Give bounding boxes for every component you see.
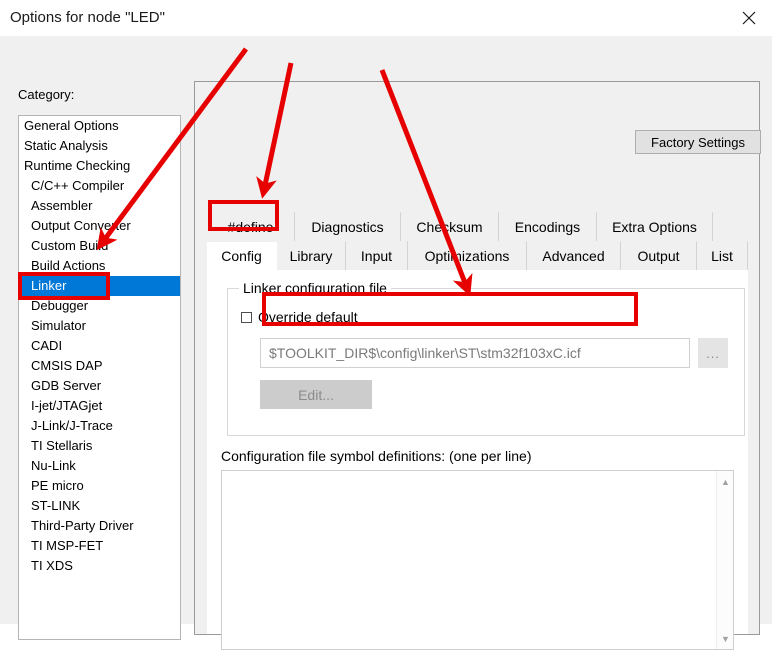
close-button[interactable] [726, 0, 772, 35]
category-item[interactable]: Linker [19, 276, 180, 296]
tab-optimizations[interactable]: Optimizations [408, 241, 527, 270]
category-list[interactable]: General Options Static Analysis Runtime Ch… [18, 115, 181, 640]
category-item[interactable]: C/C++ Compiler [19, 176, 180, 196]
window-title: Options for node "LED" [10, 9, 165, 26]
tab-advanced[interactable]: Advanced [527, 241, 621, 270]
tab-row-primary: #define Diagnostics Checksum Encodings Extra… [207, 212, 713, 241]
linker-config-path-input[interactable]: $TOOLKIT_DIR$\config\linker\ST\stm32f103… [260, 338, 690, 368]
tab-encodings[interactable]: Encodings [499, 212, 597, 241]
category-item[interactable]: Simulator [19, 316, 180, 336]
category-item[interactable]: TI Stellaris [19, 436, 180, 456]
tab-list[interactable]: List [697, 241, 748, 270]
dialog-body: Category: General Options Static Analysis… [0, 36, 772, 650]
tab--define[interactable]: #define [207, 212, 295, 241]
category-item[interactable]: PE micro [19, 476, 180, 496]
close-icon [742, 11, 756, 24]
override-default-row[interactable]: Override default [241, 309, 358, 325]
category-item[interactable]: Debugger [19, 296, 180, 316]
override-default-checkbox[interactable] [241, 311, 252, 323]
category-item[interactable]: Static Analysis [19, 136, 180, 156]
category-item[interactable]: Custom Build [19, 236, 180, 256]
tab-diagnostics[interactable]: Diagnostics [295, 212, 401, 241]
tab-row-secondary: Config Library Input Optimizations Advanced O… [207, 241, 748, 270]
tab-library[interactable]: Library [277, 241, 346, 270]
symbol-definitions-label: Configuration file symbol definitions: (… [221, 448, 532, 464]
factory-settings-button[interactable]: Factory Settings [635, 130, 761, 154]
chevron-down-icon[interactable]: ▼ [717, 630, 734, 647]
symbol-definitions-textarea[interactable]: ▲ ▼ [221, 470, 734, 650]
group-title-linker-config: Linker configuration file [239, 280, 391, 296]
tab-config[interactable]: Config [207, 241, 277, 270]
tab-output[interactable]: Output [621, 241, 697, 270]
edit-button[interactable]: Edit... [260, 380, 372, 409]
symbol-definitions-scrollbar[interactable]: ▲ ▼ [716, 471, 733, 649]
category-item[interactable]: CADI [19, 336, 180, 356]
category-item[interactable]: J-Link/J-Trace [19, 416, 180, 436]
tab-input[interactable]: Input [346, 241, 408, 270]
category-item[interactable]: Nu-Link [19, 456, 180, 476]
category-item[interactable]: Assembler [19, 196, 180, 216]
options-panel: Factory Settings #define Diagnostics Check… [194, 81, 761, 650]
category-item[interactable]: Build Actions [19, 256, 180, 276]
title-bar: Options for node "LED" [0, 0, 772, 37]
category-item[interactable]: Runtime Checking [19, 156, 180, 176]
category-item[interactable]: GDB Server [19, 376, 180, 396]
config-tab-panel: Linker configuration file Override defau… [207, 270, 748, 650]
category-item[interactable]: TI MSP-FET [19, 536, 180, 556]
category-item[interactable]: Output Converter [19, 216, 180, 236]
browse-button[interactable]: ... [698, 338, 728, 368]
category-item[interactable]: CMSIS DAP [19, 356, 180, 376]
override-default-label: Override default [258, 309, 358, 325]
tab-checksum[interactable]: Checksum [401, 212, 499, 241]
category-item[interactable]: TI XDS [19, 556, 180, 576]
category-item[interactable]: General Options [19, 116, 180, 136]
chevron-up-icon[interactable]: ▲ [717, 473, 734, 490]
category-item[interactable]: Third-Party Driver [19, 516, 180, 536]
category-label: Category: [18, 87, 75, 102]
tab-extra-options[interactable]: Extra Options [597, 212, 713, 241]
category-item[interactable]: I-jet/JTAGjet [19, 396, 180, 416]
category-item[interactable]: ST-LINK [19, 496, 180, 516]
